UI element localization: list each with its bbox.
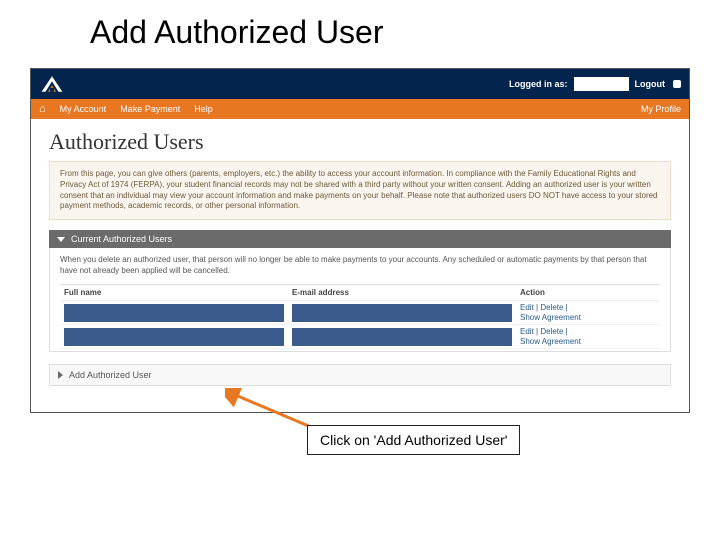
delete-note: When you delete an authorized user, that… (60, 255, 660, 276)
current-users-label: Current Authorized Users (71, 234, 172, 244)
add-authorized-user-button[interactable]: Add Authorized User (49, 364, 671, 386)
name-redacted (64, 304, 284, 322)
slide-title: Add Authorized User (0, 0, 720, 61)
auburn-logo (39, 73, 65, 95)
app-screenshot: Logged in as: Logout ⌂ My Account Make P… (30, 68, 690, 413)
col-action: Action (516, 284, 660, 300)
instruction-callout: Click on 'Add Authorized User' (307, 425, 520, 455)
add-authorized-user-label: Add Authorized User (69, 370, 152, 380)
name-redacted (64, 328, 284, 346)
col-full-name: Full name (60, 284, 288, 300)
nav-make-payment[interactable]: Make Payment (120, 104, 180, 114)
nav-help[interactable]: Help (194, 104, 213, 114)
delete-link[interactable]: Delete (540, 303, 563, 312)
main-nav: ⌂ My Account Make Payment Help My Profil… (31, 99, 689, 119)
current-users-panel: When you delete an authorized user, that… (49, 248, 671, 352)
nav-my-account[interactable]: My Account (60, 104, 107, 114)
logout-icon (673, 80, 681, 88)
email-redacted (292, 328, 512, 346)
nav-my-profile[interactable]: My Profile (641, 104, 681, 114)
show-agreement-link[interactable]: Show Agreement (520, 337, 581, 346)
email-redacted (292, 304, 512, 322)
show-agreement-link[interactable]: Show Agreement (520, 313, 581, 322)
authorized-users-table: Full name E-mail address Action Edit | D… (60, 284, 660, 349)
logged-in-label: Logged in as: (509, 79, 568, 89)
delete-link[interactable]: Delete (540, 327, 563, 336)
logout-link[interactable]: Logout (635, 79, 666, 89)
current-users-header[interactable]: Current Authorized Users (49, 230, 671, 248)
chevron-right-icon (58, 371, 63, 379)
ferpa-info-box: From this page, you can give others (par… (49, 161, 671, 220)
col-email: E-mail address (288, 284, 516, 300)
logged-in-user-redacted (574, 77, 629, 91)
top-header: Logged in as: Logout (31, 69, 689, 99)
table-row: Edit | Delete | Show Agreement (60, 300, 660, 324)
edit-link[interactable]: Edit (520, 327, 534, 336)
edit-link[interactable]: Edit (520, 303, 534, 312)
page-title: Authorized Users (49, 129, 671, 155)
home-icon[interactable]: ⌂ (39, 103, 46, 115)
chevron-down-icon (57, 237, 65, 242)
table-row: Edit | Delete | Show Agreement (60, 325, 660, 349)
page-content: Authorized Users From this page, you can… (31, 119, 689, 386)
